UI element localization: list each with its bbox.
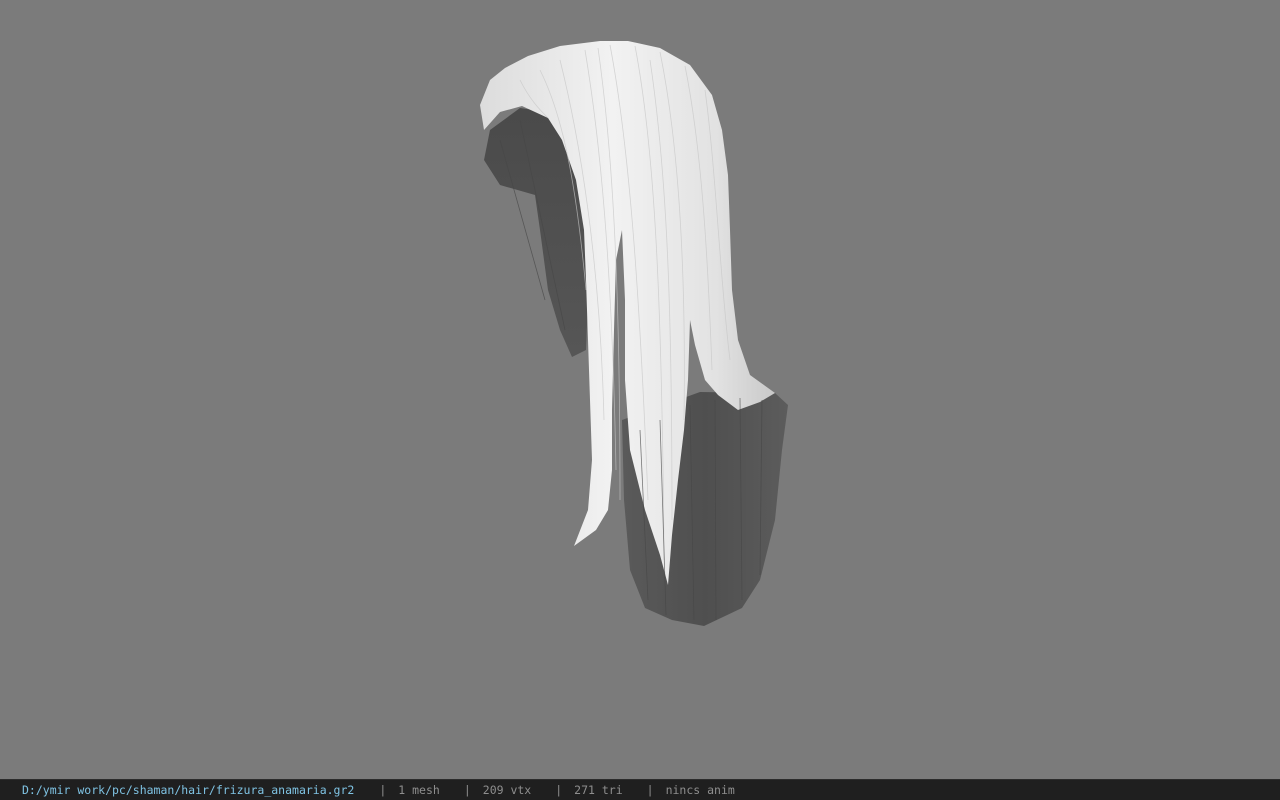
status-bar: D:/ymir work/pc/shaman/hair/frizura_anam… bbox=[0, 779, 1280, 800]
triangle-count: 271 tri bbox=[574, 783, 623, 797]
status-separator: | bbox=[555, 783, 563, 797]
vertex-count: 209 vtx bbox=[482, 783, 532, 797]
status-separator: | bbox=[379, 783, 387, 797]
mesh-count: 1 mesh bbox=[398, 783, 440, 797]
animation-status: nincs anim bbox=[665, 783, 735, 797]
3d-viewport[interactable] bbox=[0, 0, 1280, 779]
status-separator: | bbox=[646, 783, 654, 797]
file-path: D:/ymir work/pc/shaman/hair/frizura_anam… bbox=[22, 783, 355, 797]
hair-model[interactable] bbox=[0, 0, 1280, 779]
status-separator: | bbox=[463, 783, 471, 797]
